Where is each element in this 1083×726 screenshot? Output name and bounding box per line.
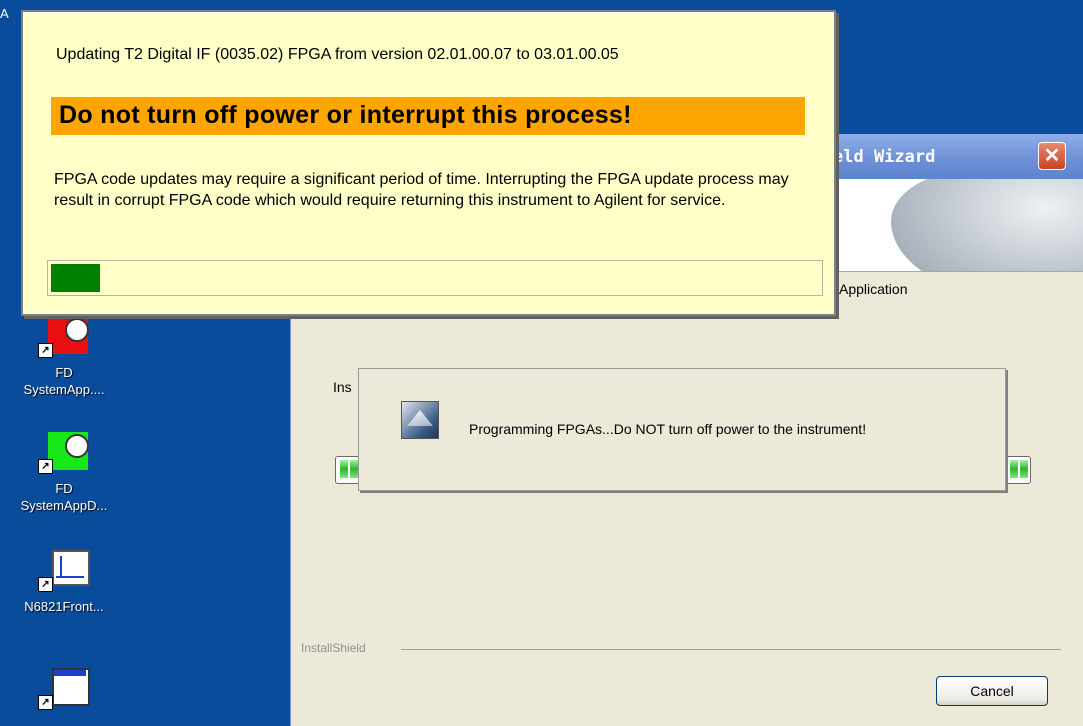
icon-label-line1: FD: [55, 365, 73, 380]
clock-app-green-icon: ↗: [38, 432, 90, 474]
icon-label-line2: SystemApp....: [23, 382, 105, 397]
desktop-letter: A: [0, 6, 9, 21]
cancel-button[interactable]: Cancel: [936, 676, 1048, 706]
warning-banner: Do not turn off power or interrupt this …: [51, 97, 805, 135]
close-icon: ✕: [1043, 145, 1061, 167]
dialog-message: Programming FPGAs...Do NOT turn off powe…: [469, 421, 867, 437]
progress-segment: [340, 460, 348, 478]
icon-label-line1: N6821Front...: [24, 599, 104, 614]
wizard-instruction: Ins: [333, 379, 352, 395]
installshield-label: InstallShield: [301, 641, 366, 655]
desktop-icon-fd-systemapp[interactable]: ↗ FD SystemApp....: [14, 316, 114, 398]
warning-text: Do not turn off power or interrupt this …: [59, 101, 632, 129]
notice-body: FPGA code updates may require a signific…: [54, 171, 789, 209]
clock-app-red-icon: ↗: [38, 316, 90, 358]
programming-fpga-dialog: Programming FPGAs...Do NOT turn off powe…: [358, 368, 1006, 491]
progress-segment: [1010, 460, 1018, 478]
desktop-icon-fd-systemappd[interactable]: ↗ FD SystemAppD...: [14, 432, 114, 514]
progress-segment: [350, 460, 358, 478]
progress-segment: [1020, 460, 1028, 478]
fpga-progress-fill: [51, 264, 100, 292]
spectrum-monitor-icon: ↗: [38, 550, 90, 592]
installshield-banner-art-icon: [891, 179, 1083, 271]
fpga-progress-bar: [47, 260, 823, 296]
desktop-icon-window-app[interactable]: ↗: [14, 668, 114, 716]
desktop-icon-n6821front[interactable]: ↗ N6821Front...: [14, 550, 114, 615]
icon-label-line1: FD: [55, 481, 73, 496]
update-status-line: Updating T2 Digital IF (0035.02) FPGA fr…: [56, 46, 619, 63]
wizard-subtitle: Application: [839, 281, 908, 297]
close-button[interactable]: ✕: [1038, 142, 1066, 170]
installshield-divider: [401, 649, 1061, 650]
icon-label-line2: SystemAppD...: [20, 498, 108, 513]
fpga-update-notice: Updating T2 Digital IF (0035.02) FPGA fr…: [21, 10, 836, 316]
installshield-icon: [401, 401, 439, 439]
wizard-title: eld Wizard: [833, 147, 936, 167]
window-app-icon: ↗: [38, 668, 90, 710]
